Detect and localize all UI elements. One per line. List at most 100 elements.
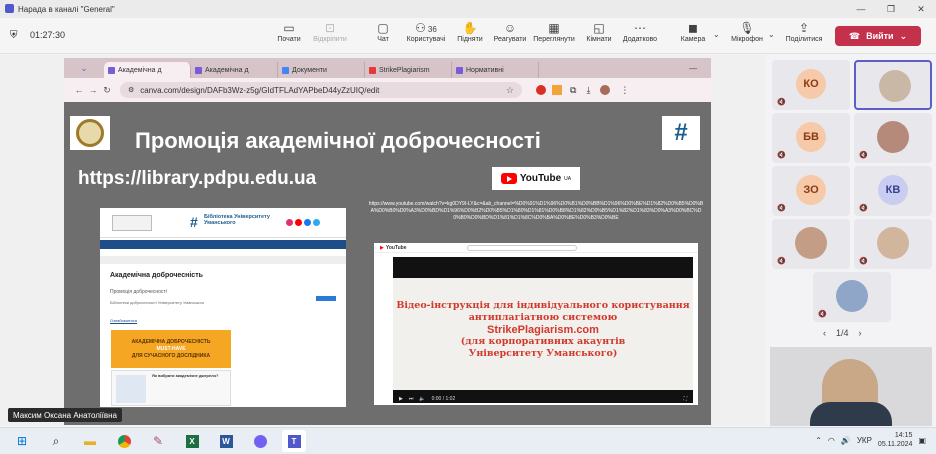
reload-icon[interactable]: ↻ xyxy=(100,85,114,96)
youtube-mini-logo-icon: ▶ xyxy=(380,244,384,251)
language-indicator[interactable]: УКР xyxy=(857,436,872,445)
extensions-puzzle-icon[interactable]: ⧉ xyxy=(570,85,576,96)
search-icon[interactable]: ⌕ xyxy=(44,430,68,452)
raise-hand-button[interactable]: ✋ Підняти xyxy=(449,21,491,51)
participant-tile[interactable]: КО 🔇 xyxy=(772,60,850,110)
download-icon[interactable]: ⤓ xyxy=(586,85,590,96)
wifi-icon[interactable]: ◠ xyxy=(828,436,835,445)
excel-icon[interactable]: X xyxy=(180,430,204,452)
mic-button[interactable]: 🎙 Мікрофон xyxy=(726,21,768,51)
camera-button[interactable]: ◼ Камера xyxy=(672,21,714,51)
fullscreen-icon[interactable]: ⛶ xyxy=(683,396,687,402)
bookmark-star-icon[interactable]: ☆ xyxy=(506,85,514,96)
volume-tray-icon[interactable]: 🔊 xyxy=(841,436,851,445)
profile-avatar[interactable] xyxy=(600,85,611,95)
next-icon[interactable]: ⏭ xyxy=(409,396,414,402)
leave-button[interactable]: ☎ Вийти ⌄ xyxy=(835,26,921,46)
extension-2-icon[interactable] xyxy=(552,85,562,95)
volume-icon[interactable]: 🔈 xyxy=(419,396,425,402)
phone-hangup-icon: ☎ xyxy=(848,30,861,41)
url-field[interactable]: ⚙ canva.com/design/DAFb3Wz-z5g/GIdTFLAdY… xyxy=(120,82,522,98)
close-button[interactable]: ✕ xyxy=(906,4,936,15)
notifications-icon[interactable]: ▣ xyxy=(918,436,926,445)
pager-next-button[interactable]: › xyxy=(859,328,862,338)
browser-tab-5[interactable]: Нормативні xyxy=(452,62,539,78)
participant-tile[interactable] xyxy=(854,60,932,110)
extension-icon[interactable] xyxy=(536,85,546,95)
more-button[interactable]: ⋯ Додатково xyxy=(619,21,661,51)
youtube-icon[interactable] xyxy=(295,219,302,226)
participant-photo xyxy=(836,280,868,312)
share-button[interactable]: ⇪ Поділитися xyxy=(783,21,825,51)
youtube-logo: YouTube UA xyxy=(492,167,580,190)
camera-options-chevron-icon[interactable]: ⌄ xyxy=(713,30,720,39)
share-tray-icon: ▭ xyxy=(283,21,295,35)
teams-icon[interactable]: T xyxy=(282,430,306,452)
browser-tab-4[interactable]: StrikePlagiarism xyxy=(365,62,452,78)
record-icon: ⊡ xyxy=(324,21,336,35)
browser-tab-2[interactable]: Академічна д xyxy=(191,62,278,78)
view-button[interactable]: ▦ Переглянути xyxy=(533,21,575,51)
participant-tile[interactable]: ЗО 🔇 xyxy=(772,166,850,216)
start-button[interactable]: ▭ Почати xyxy=(268,21,310,51)
rooms-button[interactable]: ◱ Кімнати xyxy=(578,21,620,51)
word-icon[interactable]: W xyxy=(214,430,238,452)
strikeplagiarism-favicon-icon xyxy=(369,66,376,74)
browser-tab-1[interactable]: Академічна д xyxy=(104,62,191,78)
facebook-icon[interactable] xyxy=(304,219,311,226)
participant-tile[interactable]: БВ 🔇 xyxy=(772,113,850,163)
participant-tile[interactable]: 🔇 xyxy=(772,219,850,269)
browser-menu-icon[interactable]: ⋮ xyxy=(620,85,629,96)
pager-prev-button[interactable]: ‹ xyxy=(823,328,826,338)
university-logo xyxy=(70,116,110,150)
system-tray: ⌃ ◠ 🔊 УКР 14:15 05.11.2024 ▣ xyxy=(815,431,926,449)
telegram-icon[interactable] xyxy=(313,219,320,226)
browser-tab-3[interactable]: Документи xyxy=(278,62,365,78)
shield-icon: ⛨ xyxy=(10,30,18,41)
leave-options-chevron-icon[interactable]: ⌄ xyxy=(900,31,908,42)
participant-tile[interactable]: КВ 🔇 xyxy=(854,166,932,216)
youtube-search-input[interactable] xyxy=(466,244,577,251)
people-button[interactable]: ⚇ 36 Користувачі xyxy=(405,21,447,51)
react-button[interactable]: ☺ Реагувати xyxy=(489,21,531,51)
canva-favicon-icon xyxy=(195,66,202,74)
view-icon: ▦ xyxy=(548,21,560,35)
participant-tile[interactable]: 🔇 xyxy=(854,219,932,269)
site-page-heading: Академічна доброчесність xyxy=(110,272,203,279)
browser-tab-strip: ⌄ Академічна д Академічна д Документи St… xyxy=(64,58,711,78)
play-icon[interactable]: ▶ xyxy=(399,396,403,402)
paint-icon[interactable]: ✎ xyxy=(146,430,170,452)
site-nav-bar[interactable] xyxy=(100,240,346,249)
youtube-link[interactable]: https://www.youtube.com/watch?v=kg0DY9I-… xyxy=(368,201,704,222)
chat-button[interactable]: ▢ Чат xyxy=(362,21,404,51)
minimize-button[interactable]: — xyxy=(846,4,876,15)
tray-chevron-icon[interactable]: ⌃ xyxy=(815,436,822,445)
participant-tile[interactable]: 🔇 xyxy=(813,272,891,322)
maximize-button[interactable]: ❐ xyxy=(876,4,906,15)
site-share-button[interactable] xyxy=(316,296,336,301)
react-icon: ☺ xyxy=(503,21,517,35)
site-article-card[interactable]: Як вибрати академічне джерело? xyxy=(111,370,231,406)
people-icon: ⚇ 36 xyxy=(415,21,437,35)
back-arrow-icon[interactable]: ← xyxy=(72,85,86,95)
unpin-button[interactable]: ⊡ Відкріпити xyxy=(309,21,351,51)
minimize-browser-icon[interactable]: — xyxy=(689,64,697,73)
site-link[interactable]: Ознайомитися xyxy=(110,318,137,323)
file-explorer-icon[interactable]: ▬ xyxy=(78,430,102,452)
chrome-icon[interactable] xyxy=(112,430,136,452)
self-view-shoulders xyxy=(810,402,892,426)
people-count: 36 xyxy=(427,25,437,34)
gallery-pager: ‹ 1/4 › xyxy=(823,328,862,338)
presenter-name-tag: Максим Оксана Анатоліївна xyxy=(8,408,122,422)
mic-options-chevron-icon[interactable]: ⌄ xyxy=(768,30,775,39)
window-title: Нарада в каналі "General" xyxy=(18,4,115,14)
chat-icon: ▢ xyxy=(377,21,389,35)
instagram-icon[interactable] xyxy=(286,219,293,226)
tab-search-icon[interactable]: ⌄ xyxy=(64,63,104,74)
participant-tile[interactable]: 🔇 xyxy=(854,113,932,163)
window-title-bar: Нарада в каналі "General" — ❐ ✕ xyxy=(0,0,936,18)
system-clock[interactable]: 14:15 05.11.2024 xyxy=(878,431,913,449)
viber-icon[interactable] xyxy=(248,430,272,452)
forward-arrow-icon[interactable]: → xyxy=(86,85,100,95)
windows-start-icon[interactable]: ⊞ xyxy=(10,430,34,452)
